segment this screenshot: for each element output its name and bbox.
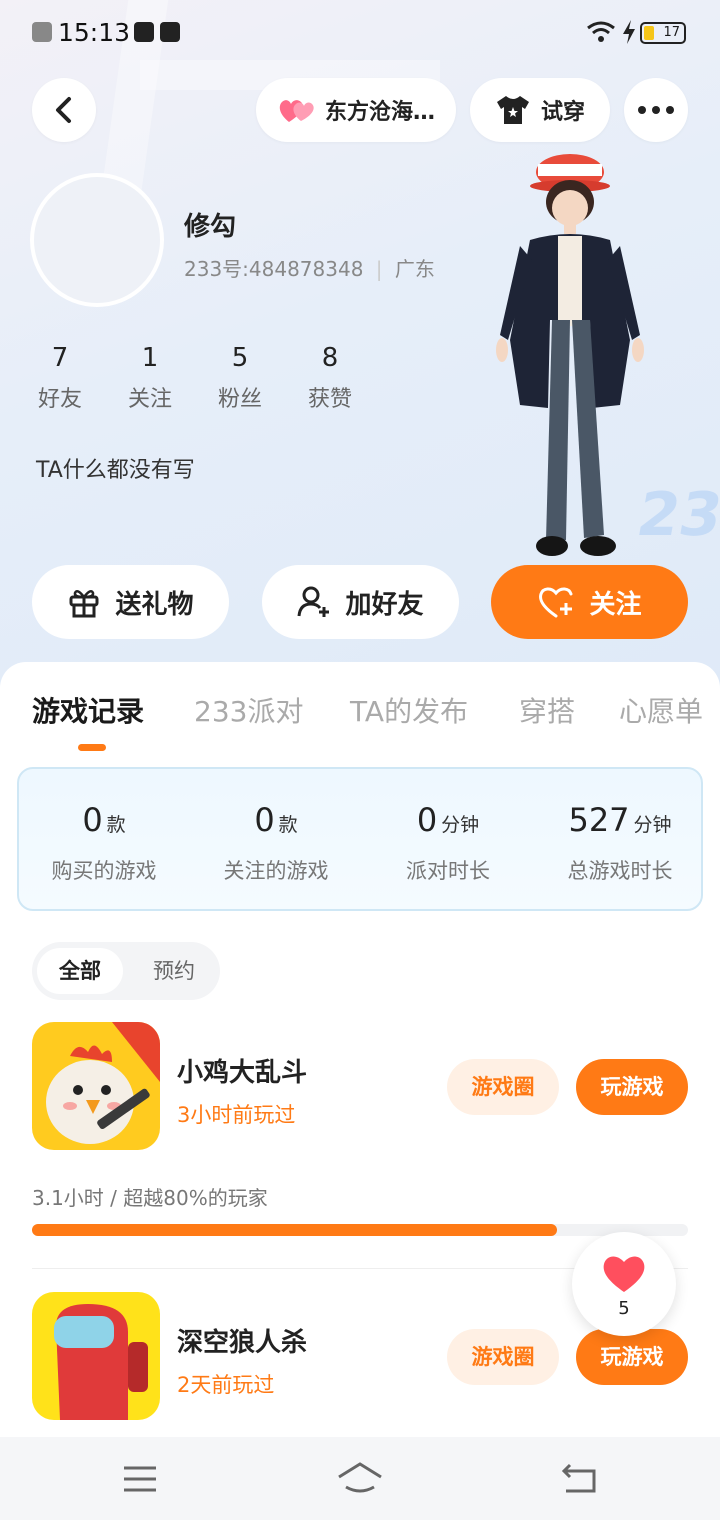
tab-wishlist[interactable]: 心愿单 <box>619 690 703 730</box>
game-last-played: 2天前玩过 <box>177 1373 275 1397</box>
game-filter: 全部 预约 <box>32 942 220 1000</box>
playtime-progress <box>32 1224 688 1236</box>
back-button[interactable] <box>32 78 96 142</box>
tab-indicator <box>78 744 106 751</box>
home-icon[interactable] <box>336 1461 384 1495</box>
summary-purchased: 0款 购买的游戏 <box>19 801 189 885</box>
tab-game-records[interactable]: 游戏记录 <box>32 690 144 730</box>
play-game-button[interactable]: 玩游戏 <box>576 1329 688 1385</box>
stat-value: 8 <box>321 343 339 373</box>
user-id-line: 233号:484878348 | 广东 <box>184 253 435 282</box>
summary-unit: 款 <box>106 814 126 836</box>
game-last-played: 3小时前玩过 <box>177 1103 296 1127</box>
stat-label: 好友 <box>37 387 82 412</box>
chevron-left-icon <box>56 97 71 123</box>
tab-posts[interactable]: TA的发布 <box>350 690 468 730</box>
follow-label: 关注 <box>589 589 642 620</box>
like-float-button[interactable]: 5 <box>572 1232 676 1336</box>
message-icon <box>134 22 154 42</box>
like-count: 5 <box>618 1298 630 1319</box>
user-location: 广东 <box>394 257 435 281</box>
stat-label: 获赞 <box>307 387 352 412</box>
chicken-icon <box>46 1022 160 1144</box>
stat-value: 1 <box>141 343 159 373</box>
shirt-icon <box>496 96 529 124</box>
play-game-button[interactable]: 玩游戏 <box>576 1059 688 1115</box>
summary-label: 派对时长 <box>406 859 490 883</box>
game-icon-chicken[interactable] <box>32 1022 160 1150</box>
status-time: 15:13 <box>58 18 131 47</box>
summary-unit: 款 <box>278 814 298 836</box>
menu-icon[interactable] <box>122 1465 158 1493</box>
game-name[interactable]: 深空狼人杀 <box>177 1322 307 1359</box>
heart-icon <box>603 1256 645 1292</box>
add-friend-label: 加好友 <box>345 589 424 620</box>
system-nav-bar <box>0 1437 720 1520</box>
charging-icon <box>623 20 635 44</box>
battery-indicator: 17 <box>640 22 686 44</box>
status-bar: 15:13 17 <box>0 0 720 66</box>
summary-value: 0 <box>416 801 438 839</box>
heart-plus-icon <box>539 587 573 618</box>
stat-label: 关注 <box>127 387 172 412</box>
stat-value: 7 <box>51 343 69 373</box>
summary-label: 总游戏时长 <box>567 859 673 883</box>
summary-value: 0 <box>82 801 103 839</box>
playtime-stats: 3.1小时 / 超越80%的玩家 <box>32 1186 268 1210</box>
summary-unit: 分钟 <box>633 814 672 836</box>
stat-friends[interactable]: 7 好友 <box>25 343 95 413</box>
wifi-icon <box>587 21 615 42</box>
send-gift-label: 送礼物 <box>115 589 194 620</box>
game-icon-werewolf[interactable] <box>32 1292 160 1420</box>
tiktok-icon <box>160 22 180 42</box>
avatar-3d-figure[interactable] <box>480 150 660 570</box>
summary-unit: 分钟 <box>441 814 480 836</box>
more-button[interactable] <box>624 78 688 142</box>
tab-outfits[interactable]: 穿搭 <box>519 690 575 730</box>
stat-fans[interactable]: 5 粉丝 <box>205 343 275 413</box>
game-summary-card: 0款 购买的游戏 0款 关注的游戏 0 分钟 派对时长 527 分钟 总游戏时长 <box>17 767 703 911</box>
game-circle-button[interactable]: 游戏圈 <box>447 1329 559 1385</box>
add-user-icon <box>297 586 330 617</box>
summary-followed: 0款 关注的游戏 <box>191 801 361 885</box>
summary-total-time: 527 分钟 总游戏时长 <box>535 801 705 885</box>
battery-level: 17 <box>663 25 680 40</box>
send-gift-button[interactable]: 送礼物 <box>32 565 229 639</box>
progress-fill <box>32 1224 557 1236</box>
user-name: 修勾 <box>184 212 237 242</box>
stat-likes[interactable]: 8 获赞 <box>295 343 365 413</box>
game-circle-button[interactable]: 游戏圈 <box>447 1059 559 1115</box>
summary-party-time: 0 分钟 派对时长 <box>363 801 533 885</box>
user-bio: TA什么都没有写 <box>36 458 195 483</box>
companion-chip[interactable]: 东方沧海… <box>256 78 456 142</box>
double-heart-icon <box>279 100 314 122</box>
summary-value: 0 <box>254 801 275 839</box>
summary-label: 购买的游戏 <box>51 859 157 883</box>
back-nav-icon[interactable] <box>560 1463 598 1495</box>
follow-button[interactable]: 关注 <box>491 565 688 639</box>
try-on-label: 试穿 <box>540 100 585 125</box>
summary-label: 关注的游戏 <box>223 859 329 883</box>
stat-label: 粉丝 <box>217 387 262 412</box>
gift-icon <box>69 589 99 618</box>
stat-following[interactable]: 1 关注 <box>115 343 185 413</box>
stat-value: 5 <box>231 343 249 373</box>
avatar[interactable] <box>30 173 164 307</box>
notification-icon <box>32 22 52 42</box>
companion-name: 东方沧海… <box>324 100 435 125</box>
more-dots-icon <box>638 106 674 114</box>
filter-all[interactable]: 全部 <box>37 948 123 994</box>
game-name[interactable]: 小鸡大乱斗 <box>177 1052 307 1089</box>
user-id: 233号:484878348 <box>184 257 364 281</box>
separator: | <box>375 257 383 281</box>
summary-value: 527 <box>568 801 630 839</box>
tab-233-party[interactable]: 233派对 <box>194 690 303 730</box>
crewmate-icon <box>54 1304 148 1420</box>
add-friend-button[interactable]: 加好友 <box>262 565 459 639</box>
try-on-button[interactable]: 试穿 <box>470 78 610 142</box>
filter-reserve[interactable]: 预约 <box>132 948 216 994</box>
